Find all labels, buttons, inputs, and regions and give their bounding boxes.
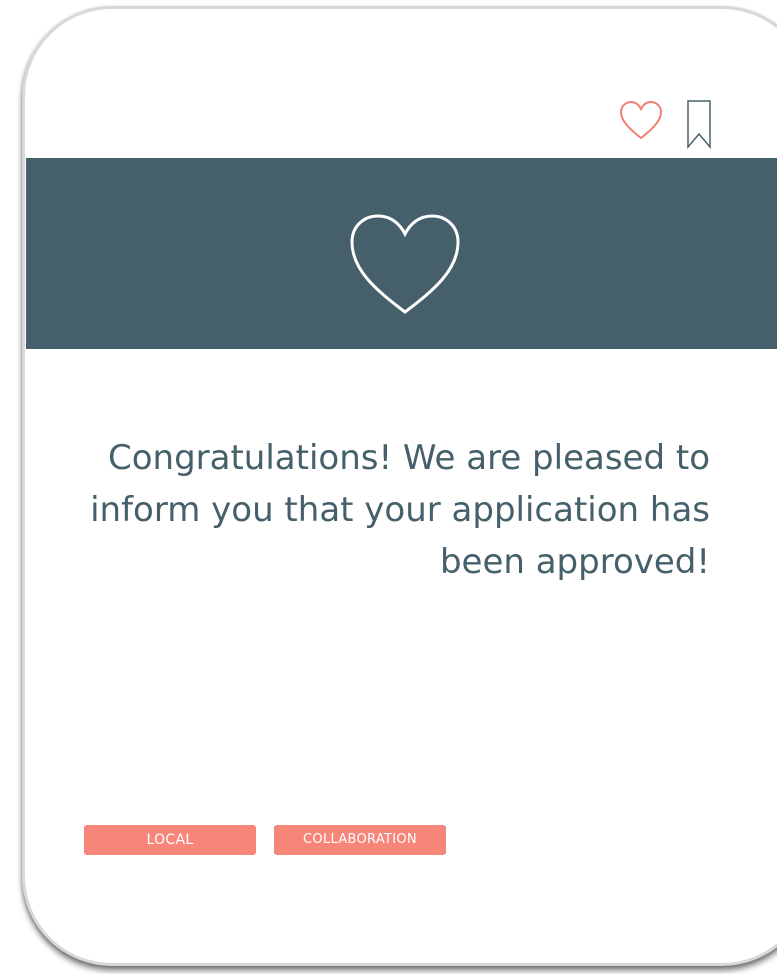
card-actions <box>618 100 712 155</box>
approval-message: Congratulations! We are pleased to infor… <box>90 438 710 582</box>
tag-local[interactable]: LOCAL <box>84 825 256 855</box>
page: Congratulations! We are pleased to infor… <box>0 0 777 974</box>
tag-collaboration[interactable]: COLLABORATION <box>274 825 446 855</box>
heart-icon <box>348 212 462 321</box>
like-heart-icon[interactable] <box>618 100 664 147</box>
bookmark-icon[interactable] <box>686 100 712 155</box>
